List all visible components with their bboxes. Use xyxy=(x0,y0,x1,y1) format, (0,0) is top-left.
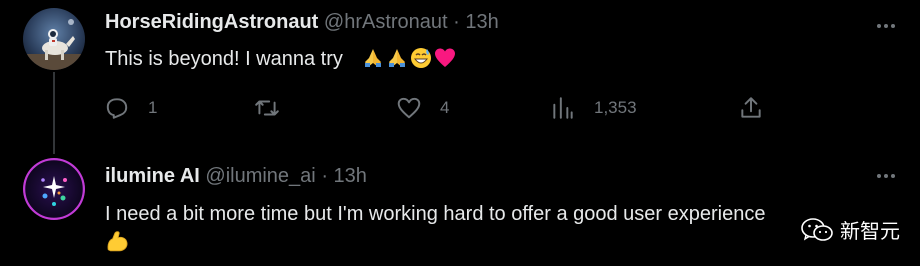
tweet-text: This is beyond! I wanna try xyxy=(105,48,343,70)
timestamp[interactable]: 13h xyxy=(334,165,367,187)
share-button[interactable] xyxy=(738,93,764,123)
folded-hands-emoji xyxy=(365,49,382,67)
display-name[interactable]: HorseRidingAstronaut xyxy=(105,11,318,33)
timestamp[interactable]: 13h xyxy=(465,11,498,33)
astronaut-riding-horse-avatar xyxy=(23,8,85,70)
red-heart-emoji xyxy=(435,48,456,67)
retweet-button[interactable] xyxy=(254,93,298,123)
more-options-icon[interactable] xyxy=(874,14,898,38)
views-count: 1,353 xyxy=(594,98,637,117)
folded-hands-emoji xyxy=(389,49,406,67)
tweet-actions-bar: 1 4 1,353 xyxy=(0,93,920,123)
grinning-sweat-emoji xyxy=(411,48,432,68)
watermark: 新智元 xyxy=(800,215,900,244)
tweet-text-container: I need a bit more time but I'm working h… xyxy=(105,200,905,258)
more-options-icon[interactable] xyxy=(874,164,898,188)
handle[interactable]: @ilumine_ai xyxy=(205,165,315,187)
watermark-text: 新智元 xyxy=(840,219,900,243)
reply-count: 1 xyxy=(148,98,158,117)
wechat-icon xyxy=(801,217,833,241)
tweet-text-container: This is beyond! I wanna try xyxy=(105,45,458,74)
avatar[interactable] xyxy=(23,8,85,70)
avatar[interactable] xyxy=(23,158,85,220)
retweet-icon xyxy=(255,100,279,116)
reply-icon xyxy=(106,98,128,119)
reply-button[interactable]: 1 xyxy=(104,93,157,123)
like-count: 4 xyxy=(440,98,450,117)
tweet-text: I need a bit more time but I'm working h… xyxy=(105,203,766,225)
heart-icon xyxy=(397,97,421,119)
handle[interactable]: @hrAstronaut xyxy=(324,11,448,33)
separator-dot: · xyxy=(321,165,328,187)
ilumine-ai-logo-avatar xyxy=(23,158,85,220)
views-icon xyxy=(553,97,573,119)
like-button[interactable]: 4 xyxy=(396,93,449,123)
tweet[interactable]: ilumine AI @ilumine_ai · 13h I need a bi… xyxy=(0,146,920,266)
share-icon xyxy=(741,97,761,118)
flexed-biceps-emoji xyxy=(107,231,128,252)
separator-dot: · xyxy=(453,11,460,33)
display-name[interactable]: ilumine AI xyxy=(105,165,200,187)
tweet[interactable]: HorseRidingAstronaut @hrAstronaut · 13h … xyxy=(0,0,920,154)
views-button[interactable]: 1,353 xyxy=(550,93,637,123)
